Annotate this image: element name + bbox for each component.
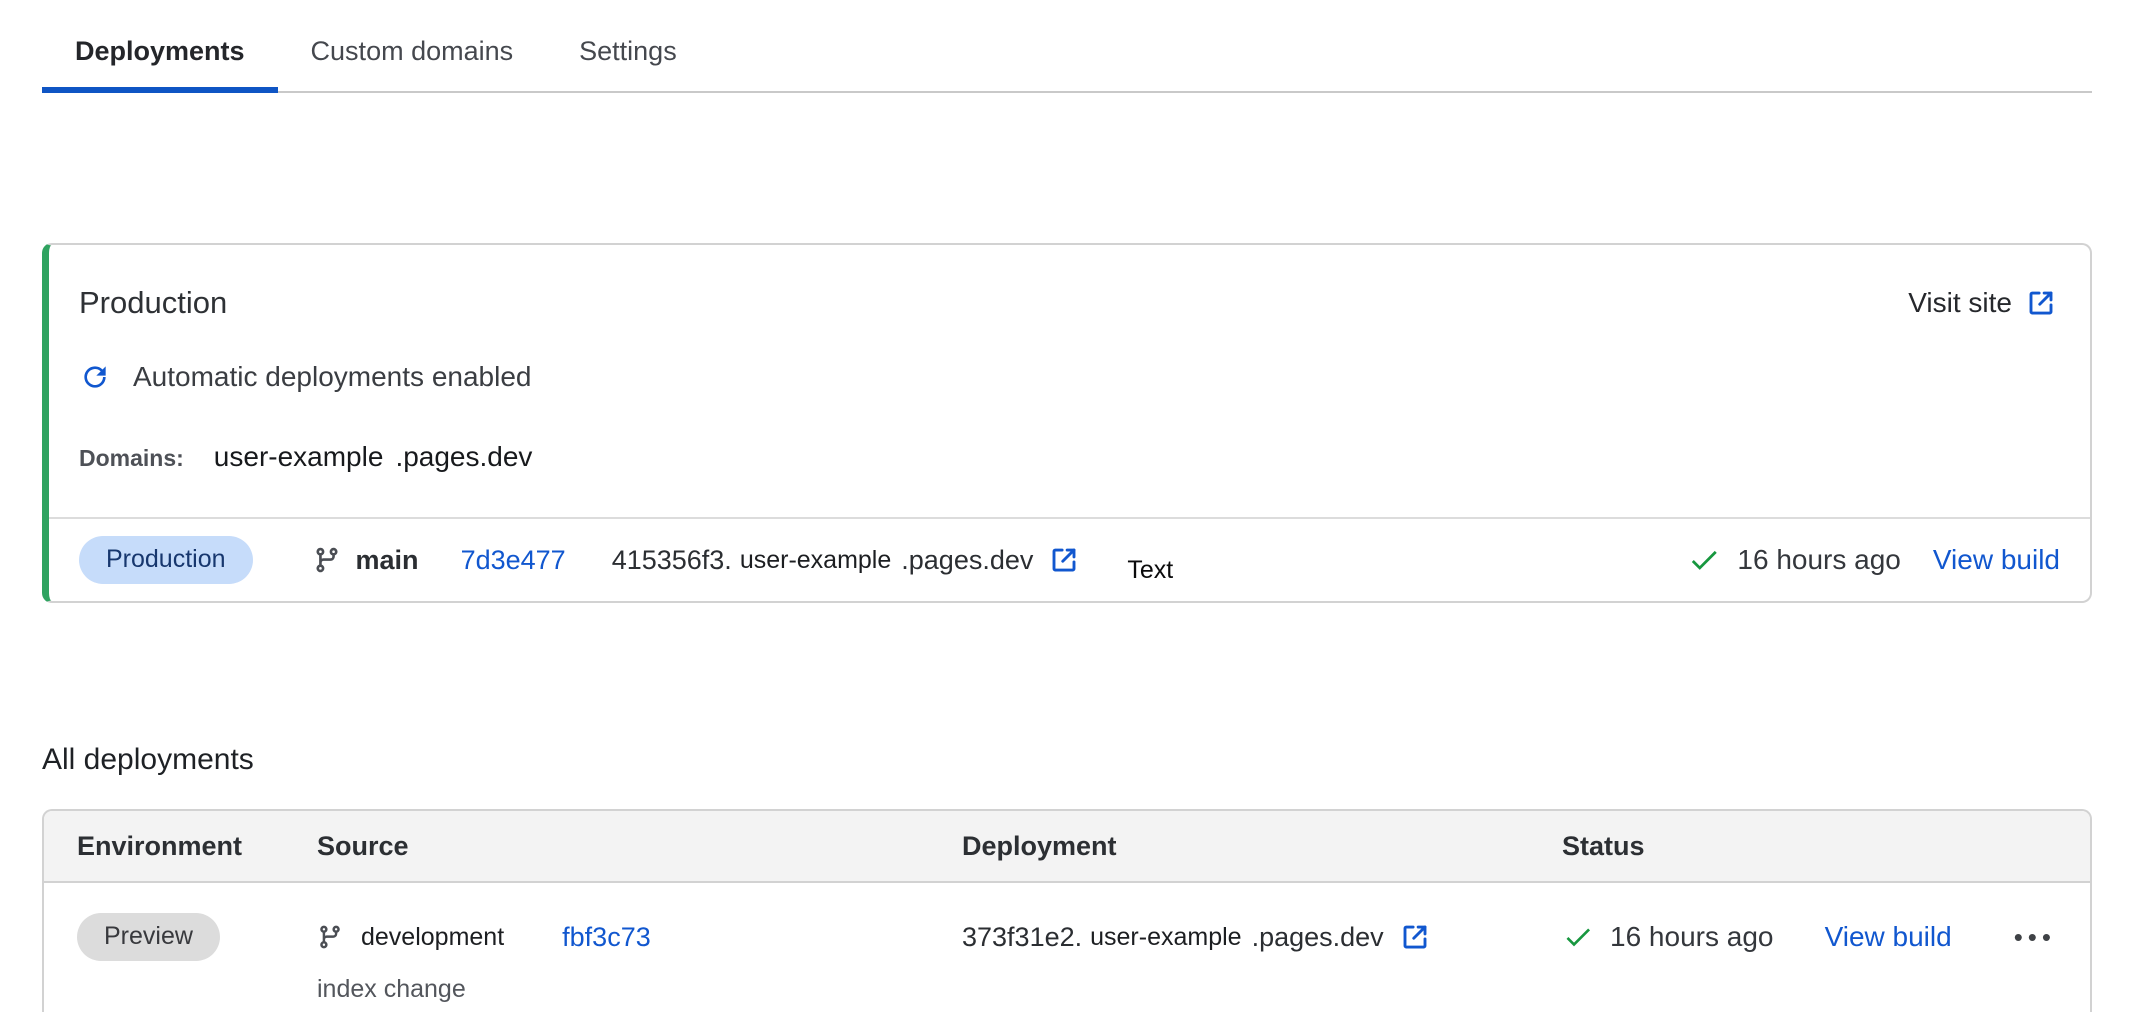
production-card-body: Production Visit site Automatic deploym xyxy=(49,245,2090,517)
production-view-build-link[interactable]: View build xyxy=(1933,544,2060,576)
production-deploy-time: 16 hours ago xyxy=(1737,544,1900,576)
row-note-text: Text xyxy=(1127,556,1173,585)
check-icon xyxy=(1687,543,1721,577)
url-suffix: .pages.dev xyxy=(1252,922,1384,953)
deployments-table: Environment Source Deployment Status Pre… xyxy=(42,809,2092,1012)
row-commit-message: index change xyxy=(317,975,962,1004)
git-branch-icon xyxy=(317,924,343,950)
production-branch-name: main xyxy=(356,545,419,576)
column-header-environment: Environment xyxy=(77,831,317,862)
row-branch-name: development xyxy=(361,923,504,952)
row-deployment-url: 373f31e2. user-example .pages.dev xyxy=(962,909,1562,965)
git-branch-icon xyxy=(313,546,341,574)
domain-name: user-example xyxy=(214,441,384,473)
tab-deployments[interactable]: Deployments xyxy=(42,18,278,91)
row-deploy-time: 16 hours ago xyxy=(1610,921,1773,953)
production-card: Production Visit site Automatic deploym xyxy=(42,243,2092,603)
column-header-deployment: Deployment xyxy=(962,831,1562,862)
production-title: Production xyxy=(79,285,227,321)
url-subdomain: 415356f3. xyxy=(612,545,732,576)
preview-env-badge: Preview xyxy=(77,913,220,961)
all-deployments-heading: All deployments xyxy=(42,743,2132,777)
external-link-icon[interactable] xyxy=(1400,922,1430,952)
row-view-build-link[interactable]: View build xyxy=(1825,921,1952,953)
tab-settings[interactable]: Settings xyxy=(546,18,710,91)
more-options-icon[interactable]: ••• xyxy=(2014,924,2056,950)
url-suffix: .pages.dev xyxy=(901,545,1033,576)
column-header-source: Source xyxy=(317,831,962,862)
domain-suffix: .pages.dev xyxy=(395,441,532,473)
auto-deployments-text: Automatic deployments enabled xyxy=(133,361,531,393)
refresh-icon xyxy=(79,361,111,393)
column-header-status: Status xyxy=(1562,831,2090,862)
external-link-icon xyxy=(2026,288,2056,318)
check-icon xyxy=(1562,921,1594,953)
visit-site-link[interactable]: Visit site xyxy=(1908,287,2056,319)
production-deployment-url: 415356f3. user-example .pages.dev xyxy=(612,545,1080,576)
url-name: user-example xyxy=(740,546,891,575)
row-commit-link[interactable]: fbf3c73 xyxy=(562,922,651,953)
url-name: user-example xyxy=(1090,923,1241,952)
url-subdomain: 373f31e2. xyxy=(962,922,1082,953)
production-deployment-row: Production main 7d3e477 415356f3. user-e… xyxy=(49,517,2090,601)
tab-custom-domains[interactable]: Custom domains xyxy=(278,18,547,91)
production-commit-link[interactable]: 7d3e477 xyxy=(461,545,566,576)
tab-bar: Deployments Custom domains Settings xyxy=(42,0,2092,93)
external-link-icon[interactable] xyxy=(1049,545,1079,575)
production-env-badge: Production xyxy=(79,536,253,584)
deployments-table-header: Environment Source Deployment Status xyxy=(44,811,2090,883)
visit-site-label: Visit site xyxy=(1908,287,2012,319)
table-row: Preview development fbf3c73 index change… xyxy=(44,883,2090,1012)
domains-label: Domains: xyxy=(79,445,184,472)
